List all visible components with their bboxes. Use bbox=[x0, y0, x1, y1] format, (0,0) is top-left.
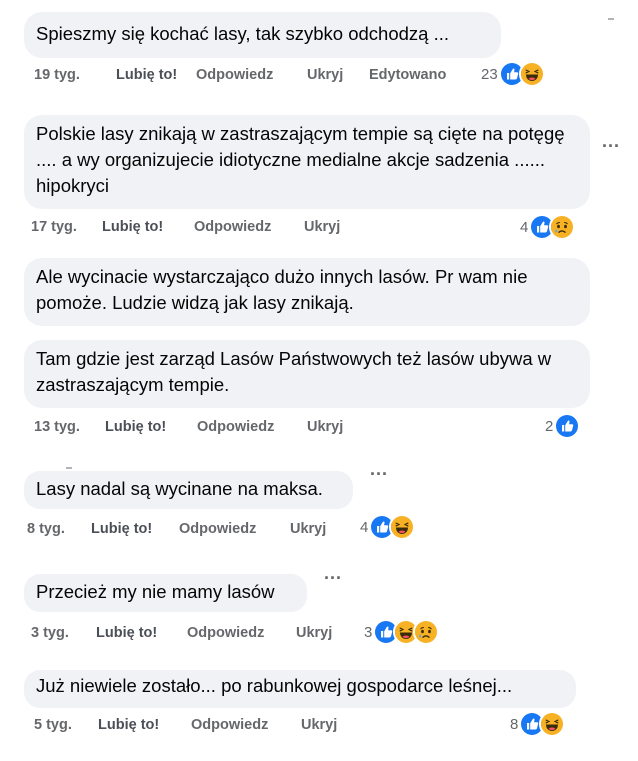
reaction-count: 23 bbox=[481, 65, 498, 83]
like-link[interactable]: Lubię to! bbox=[96, 625, 157, 641]
haha-icon bbox=[389, 514, 416, 540]
hide-link[interactable]: Ukryj bbox=[296, 625, 332, 641]
edited-label: Edytowano bbox=[369, 67, 447, 83]
reply-link[interactable]: Odpowiedz bbox=[197, 419, 274, 435]
reaction-summary[interactable]: 4 bbox=[360, 514, 416, 540]
comment-bubble: Polskie lasy znikają w zastraszającym te… bbox=[24, 115, 590, 209]
comment-bubble: Tam gdzie jest zarząd Lasów Państwowych … bbox=[24, 340, 590, 408]
sad-icon bbox=[413, 619, 440, 645]
reaction-summary[interactable]: 3 bbox=[364, 619, 440, 645]
haha-icon bbox=[539, 711, 566, 737]
comment-time[interactable]: 3 tyg. bbox=[31, 625, 69, 641]
reaction-summary[interactable]: 2 bbox=[545, 413, 581, 439]
divider-mark bbox=[66, 467, 72, 469]
comment-bubble: Lasy nadal są wycinane na maksa. bbox=[24, 471, 353, 509]
comment-bubble: Przecież my nie mamy lasów bbox=[24, 574, 307, 612]
haha-icon bbox=[518, 61, 545, 87]
like-link[interactable]: Lubię to! bbox=[102, 219, 163, 235]
reaction-count: 2 bbox=[545, 417, 554, 435]
comment-time[interactable]: 17 tyg. bbox=[31, 219, 77, 235]
like-link[interactable]: Lubię to! bbox=[105, 419, 166, 435]
reply-link[interactable]: Odpowiedz bbox=[191, 717, 268, 733]
like-link[interactable]: Lubię to! bbox=[91, 521, 152, 537]
reaction-count: 3 bbox=[364, 623, 373, 641]
reaction-summary[interactable]: 8 bbox=[510, 711, 566, 737]
comment-bubble: Już niewiele zostało... po rabunkowej go… bbox=[24, 670, 576, 708]
comment-time[interactable]: 5 tyg. bbox=[34, 717, 72, 733]
comment-actions: 19 tyg. Lubię to! Odpowiedz Ukryj Edytow… bbox=[34, 67, 494, 87]
comment-text: Polskie lasy znikają w zastraszającym te… bbox=[36, 123, 565, 196]
hide-link[interactable]: Ukryj bbox=[307, 67, 343, 83]
comment-actions: 3 tyg. Lubię to! Odpowiedz Ukryj bbox=[31, 625, 361, 645]
reply-link[interactable]: Odpowiedz bbox=[179, 521, 256, 537]
comment-text: Tam gdzie jest zarząd Lasów Państwowych … bbox=[36, 348, 552, 395]
comment-bubble: Ale wycinacie wystarczająco dużo innych … bbox=[24, 258, 590, 326]
comment-actions: 17 tyg. Lubię to! Odpowiedz Ukryj bbox=[31, 219, 431, 239]
comment-bubble: Spieszmy się kochać lasy, tak szybko odc… bbox=[24, 12, 501, 58]
comment-text: Przecież my nie mamy lasów bbox=[36, 581, 275, 602]
sad-icon bbox=[549, 214, 576, 240]
reply-link[interactable]: Odpowiedz bbox=[196, 67, 273, 83]
reaction-count: 4 bbox=[520, 218, 529, 236]
reaction-count: 4 bbox=[360, 518, 369, 536]
comment-time[interactable]: 8 tyg. bbox=[27, 521, 65, 537]
comment-actions: 13 tyg. Lubię to! Odpowiedz Ukryj bbox=[34, 419, 434, 439]
comment-time[interactable]: 13 tyg. bbox=[34, 419, 80, 435]
reply-link[interactable]: Odpowiedz bbox=[194, 219, 271, 235]
hide-link[interactable]: Ukryj bbox=[290, 521, 326, 537]
comment-text: Ale wycinacie wystarczająco dużo innych … bbox=[36, 266, 528, 313]
comment-text: Lasy nadal są wycinane na maksa. bbox=[36, 478, 323, 499]
divider-mark bbox=[608, 18, 614, 20]
reaction-summary[interactable]: 23 bbox=[481, 61, 545, 87]
comment-actions: 5 tyg. Lubię to! Odpowiedz Ukryj bbox=[34, 717, 374, 737]
hide-link[interactable]: Ukryj bbox=[307, 419, 343, 435]
like-link[interactable]: Lubię to! bbox=[116, 67, 177, 83]
hide-link[interactable]: Ukryj bbox=[301, 717, 337, 733]
hide-link[interactable]: Ukryj bbox=[304, 219, 340, 235]
comment-text: Spieszmy się kochać lasy, tak szybko odc… bbox=[36, 23, 450, 44]
reaction-summary[interactable]: 4 bbox=[520, 214, 576, 240]
comment-actions: 8 tyg. Lubię to! Odpowiedz Ukryj bbox=[27, 521, 387, 541]
like-link[interactable]: Lubię to! bbox=[98, 717, 159, 733]
more-options-icon[interactable]: ... bbox=[370, 459, 388, 480]
reply-link[interactable]: Odpowiedz bbox=[187, 625, 264, 641]
reaction-count: 8 bbox=[510, 715, 519, 733]
comment-text: Już niewiele zostało... po rabunkowej go… bbox=[36, 675, 513, 696]
like-icon bbox=[554, 413, 581, 439]
comment-time[interactable]: 19 tyg. bbox=[34, 67, 80, 83]
more-options-icon[interactable]: ... bbox=[602, 131, 620, 152]
more-options-icon[interactable]: ... bbox=[324, 563, 342, 584]
